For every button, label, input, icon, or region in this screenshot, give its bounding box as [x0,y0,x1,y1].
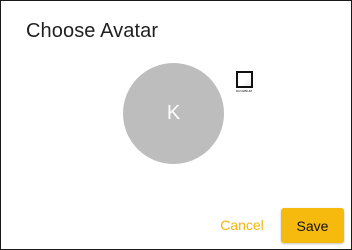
cancel-button[interactable]: Cancel [214,211,270,239]
choose-avatar-dialog: Choose Avatar K DUCEBIUM Cancel Save [0,0,352,250]
logo-square-icon [235,71,253,88]
avatar-circle[interactable]: K [123,63,224,164]
logo-text: DUCEBIUM [235,89,252,93]
save-button[interactable]: Save [281,208,344,243]
brand-logo: DUCEBIUM [232,71,256,99]
avatar-initial: K [166,102,181,124]
dialog-title: Choose Avatar [26,20,159,42]
